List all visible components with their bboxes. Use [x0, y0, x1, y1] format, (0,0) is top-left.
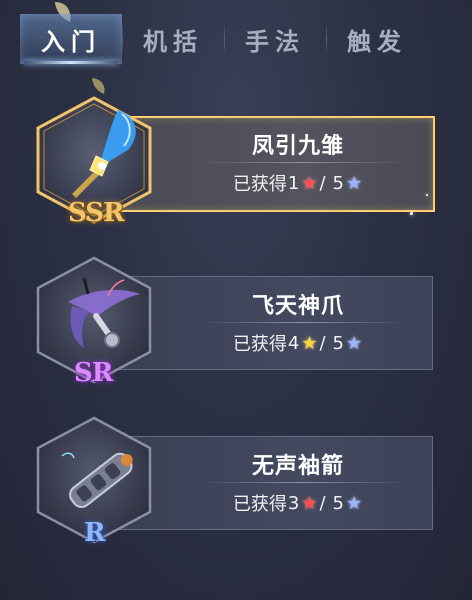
sleeve-crossbow-icon: [61, 452, 133, 508]
separator: /: [319, 492, 326, 514]
tab-label: 入门: [41, 26, 101, 56]
progress-prefix: 已获得: [232, 494, 287, 515]
owned-count: 3: [287, 492, 300, 514]
owned-count: 1: [287, 172, 300, 194]
tab-technique[interactable]: 手法: [224, 14, 326, 64]
blue-feather-dart-icon: [72, 110, 136, 198]
weapon-name: 无声袖箭: [251, 453, 344, 479]
star-icon: ★: [301, 172, 318, 194]
collection-progress: 已获得 3 ★ / 5 ★: [148, 490, 448, 516]
star-icon: ★: [345, 332, 363, 354]
tab-mechanism[interactable]: 机括: [122, 14, 224, 64]
rarity-badge: SSR: [68, 198, 125, 228]
tab-trigger[interactable]: 触发: [326, 14, 428, 64]
star-icon: ★: [345, 172, 363, 194]
star-icon: ★: [345, 492, 363, 514]
total-count: 5: [332, 172, 344, 194]
tab-label: 手法: [245, 26, 305, 56]
divider: [198, 322, 408, 323]
separator: /: [319, 172, 326, 194]
sparkle-icon: [426, 194, 428, 196]
tab-bar: 入门 机括 手法 触发: [20, 14, 440, 64]
total-count: 5: [332, 492, 344, 514]
weapon-name: 凤引九雏: [251, 133, 344, 159]
owned-count: 4: [287, 332, 300, 354]
progress-prefix: 已获得: [232, 334, 287, 355]
divider: [198, 482, 408, 483]
divider: [198, 162, 408, 163]
tab-label: 机括: [143, 26, 203, 56]
rarity-badge: R: [84, 518, 106, 548]
progress-prefix: 已获得: [232, 174, 287, 195]
weapon-card-ssr[interactable]: SSR 凤引九雏 已获得 1 ★ / 5 ★: [28, 94, 440, 228]
weapon-card-r[interactable]: R 无声袖箭 已获得 3 ★ / 5 ★: [28, 414, 440, 548]
rarity-badge: SR: [74, 358, 113, 388]
sparkle-icon: [410, 212, 413, 215]
separator: /: [319, 332, 326, 354]
star-icon: ★: [301, 332, 318, 354]
leaf-decoration-icon: [92, 78, 105, 94]
total-count: 5: [332, 332, 344, 354]
tab-intro[interactable]: 入门: [20, 14, 122, 64]
collection-progress: 已获得 4 ★ / 5 ★: [148, 330, 448, 356]
collection-progress: 已获得 1 ★ / 5 ★: [148, 170, 448, 196]
weapon-name: 飞天神爪: [251, 293, 344, 319]
star-icon: ★: [301, 492, 318, 514]
grappling-claw-icon: [68, 277, 140, 348]
weapon-card-sr[interactable]: SR 飞天神爪 已获得 4 ★ / 5 ★: [28, 254, 440, 388]
tab-label: 触发: [347, 26, 407, 56]
